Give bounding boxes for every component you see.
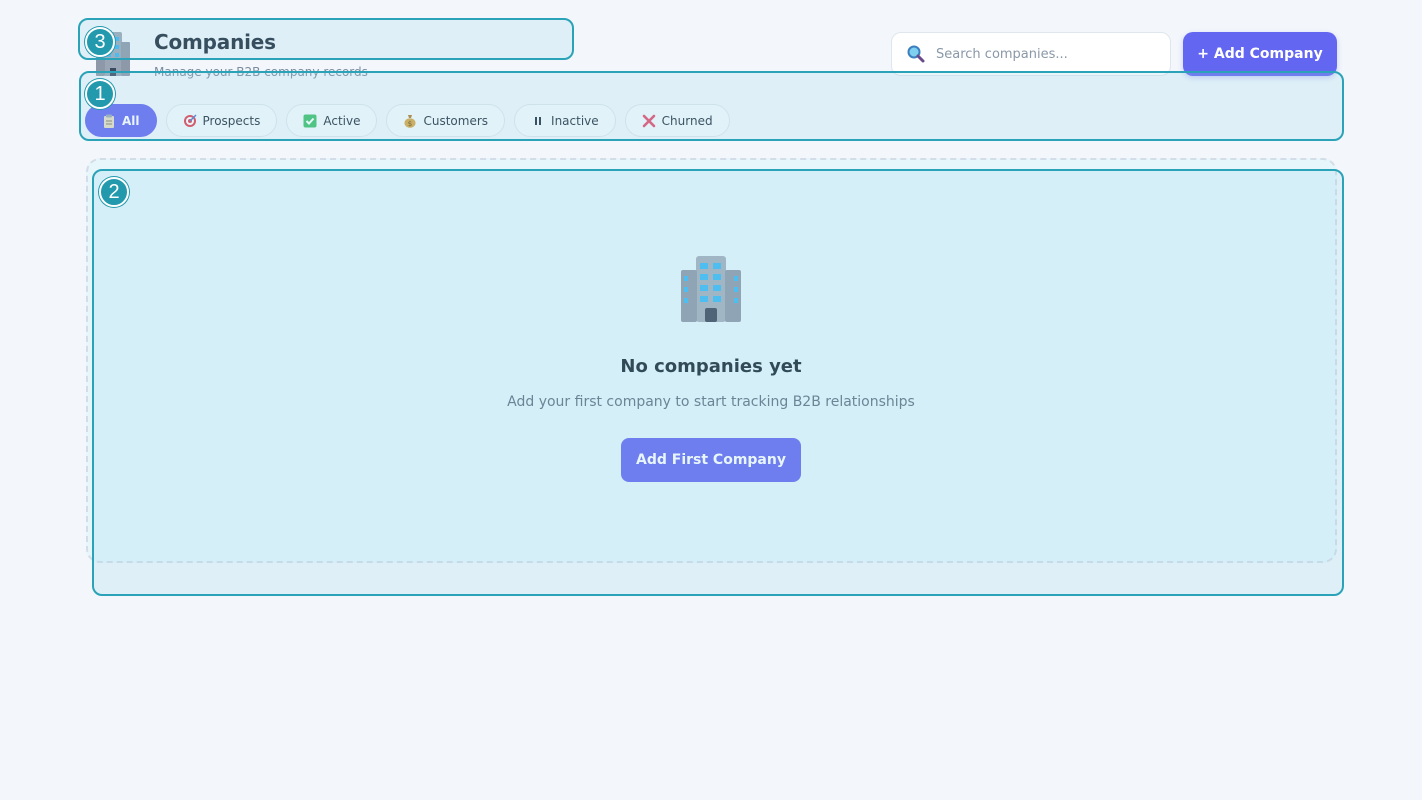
empty-state-title: No companies yet [620,356,802,377]
annotation-badge-2: 2 [99,177,129,207]
filter-chip-churned[interactable]: Churned [624,104,730,137]
clipboard-icon [102,114,116,128]
annotation-badge-3: 3 [85,27,115,57]
filter-chip-label: Customers [423,113,489,128]
check-box-icon [303,114,317,128]
search-box[interactable] [891,32,1171,76]
filter-chip-label: Prospects [202,113,261,128]
filter-chip-active[interactable]: Active [286,104,378,137]
empty-state-subtitle: Add your first company to start tracking… [507,394,915,410]
companies-page: Companies Manage your B2B company record… [0,0,1422,800]
add-company-button[interactable]: + Add Company [1183,32,1337,76]
filter-chip-customers[interactable]: $ Customers [386,104,506,137]
status-filter-bar: All Prospects Active $ Customers Inactiv… [85,104,730,137]
page-title: Companies [154,30,276,54]
filter-chip-prospects[interactable]: Prospects [165,104,278,137]
money-bag-icon: $ [403,114,417,128]
magnifying-glass-icon [906,44,926,64]
target-icon [183,113,197,128]
cross-mark-icon [642,114,656,128]
page-header: Companies Manage your B2B company record… [0,0,1422,80]
page-subtitle: Manage your B2B company records [154,65,368,79]
filter-chip-inactive[interactable]: Inactive [514,104,616,137]
filter-chip-label: Active [323,113,361,128]
filter-chip-label: All [122,113,140,128]
svg-text:$: $ [408,120,412,128]
add-first-company-button[interactable]: Add First Company [621,438,801,482]
pause-icon [531,114,545,128]
filter-chip-all[interactable]: All [85,104,157,137]
filter-chip-label: Inactive [551,113,599,128]
annotation-badge-1: 1 [85,79,115,109]
office-building-icon [677,256,745,322]
search-input[interactable] [936,46,1156,62]
filter-chip-label: Churned [661,113,713,128]
